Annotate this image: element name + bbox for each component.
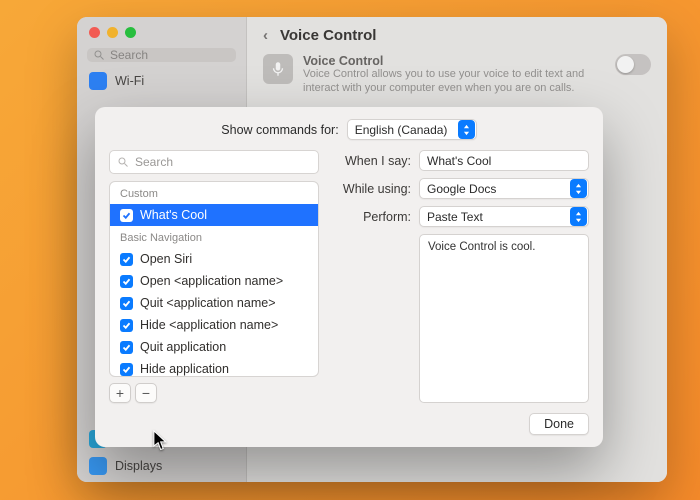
command-label: Hide application [140, 362, 229, 376]
while-using-value: Google Docs [427, 182, 496, 196]
perform-label: Perform: [333, 210, 411, 224]
select-stepper-icon [570, 207, 587, 226]
command-label: Quit <application name> [140, 296, 276, 310]
checkbox-icon[interactable] [120, 363, 133, 376]
checkbox-icon[interactable] [120, 341, 133, 354]
select-stepper-icon [458, 120, 475, 139]
checkbox-icon[interactable] [120, 253, 133, 266]
commands-left-column: Search Custom What's Cool Basic Navigation… [109, 150, 319, 403]
while-using-select[interactable]: Google Docs [419, 178, 589, 199]
done-button[interactable]: Done [529, 413, 589, 435]
command-row[interactable]: Quit application [110, 336, 318, 358]
sheet-footer: Done [109, 403, 589, 435]
command-label: Quit application [140, 340, 226, 354]
command-row[interactable]: Open Siri [110, 248, 318, 270]
paste-text-value: Voice Control is cool. [428, 241, 535, 253]
checkbox-icon[interactable] [120, 297, 133, 310]
while-using-label: While using: [333, 182, 411, 196]
command-row[interactable]: Open <application name> [110, 270, 318, 292]
show-commands-label: Show commands for: [221, 123, 338, 137]
command-label: Open <application name> [140, 274, 283, 288]
add-remove-bar: + − [109, 377, 319, 403]
perform-value: Paste Text [427, 210, 483, 224]
command-row[interactable]: Hide application [110, 358, 318, 376]
language-select-value: English (Canada) [355, 123, 448, 137]
command-group-header: Basic Navigation [110, 226, 318, 248]
language-select[interactable]: English (Canada) [347, 119, 477, 140]
add-command-button[interactable]: + [109, 383, 131, 403]
select-stepper-icon [570, 179, 587, 198]
perform-select[interactable]: Paste Text [419, 206, 589, 227]
command-form: When I say: What's Cool While using: Goo… [333, 150, 589, 403]
command-row[interactable]: Quit <application name> [110, 292, 318, 314]
command-label: Open Siri [140, 252, 192, 266]
paste-text-area[interactable]: Voice Control is cool. [419, 234, 589, 403]
checkbox-icon[interactable] [120, 275, 133, 288]
commands-search-placeholder: Search [135, 155, 173, 169]
commands-search-input[interactable]: Search [109, 150, 319, 174]
command-label: Hide <application name> [140, 318, 278, 332]
search-icon [117, 156, 129, 168]
commands-sheet: Show commands for: English (Canada) Sear… [95, 107, 603, 447]
when-i-say-input[interactable]: What's Cool [419, 150, 589, 171]
checkbox-icon[interactable] [120, 319, 133, 332]
command-label: What's Cool [140, 208, 207, 222]
command-row[interactable]: Hide <application name> [110, 314, 318, 336]
remove-command-button[interactable]: − [135, 383, 157, 403]
command-group-header: Custom [110, 182, 318, 204]
when-i-say-label: When I say: [333, 154, 411, 168]
checkbox-icon[interactable] [120, 209, 133, 222]
command-row[interactable]: What's Cool [110, 204, 318, 226]
commands-list[interactable]: Custom What's Cool Basic Navigation Open Si… [109, 181, 319, 377]
sheet-top-row: Show commands for: English (Canada) [109, 117, 589, 150]
when-i-say-value: What's Cool [427, 154, 491, 168]
